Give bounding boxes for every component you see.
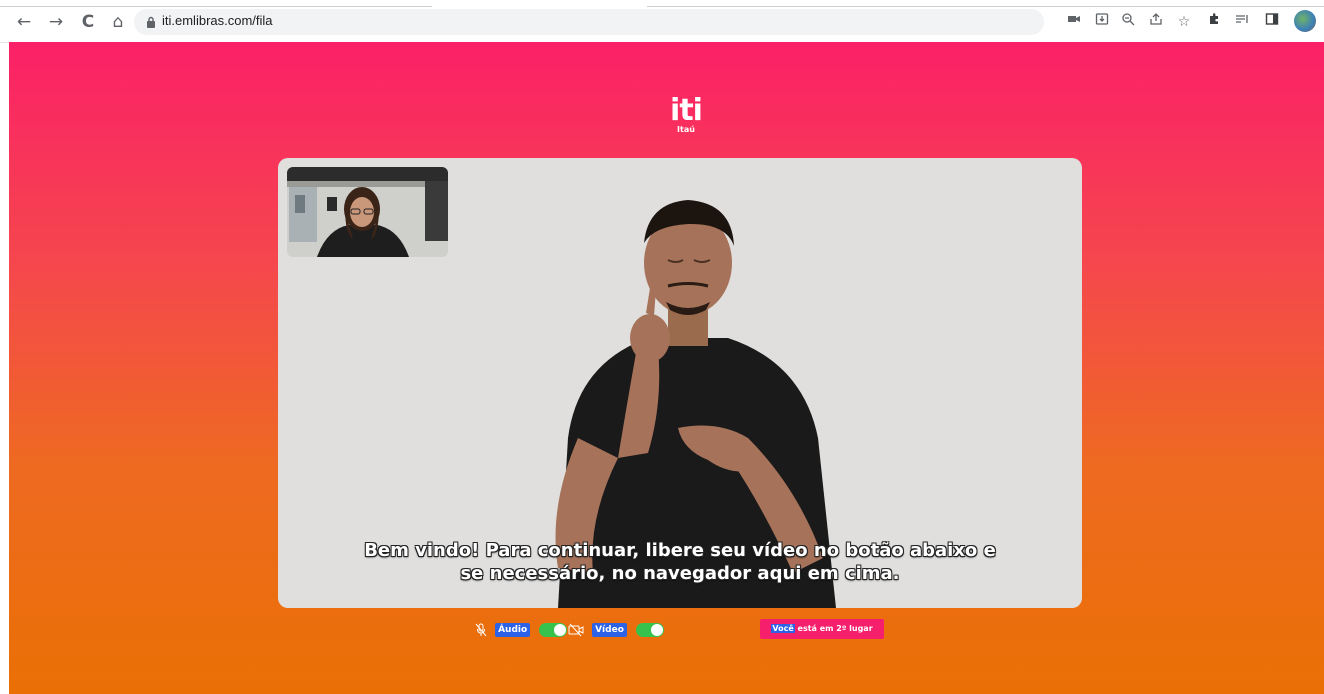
camera-icon[interactable] [1064, 12, 1084, 32]
star-icon[interactable]: ☆ [1174, 12, 1194, 32]
reload-button[interactable]: C [78, 12, 98, 32]
profile-avatar[interactable] [1294, 10, 1316, 32]
extensions-icon[interactable] [1204, 12, 1224, 32]
toggle-knob [650, 623, 663, 636]
video-call-area: Bem vindo! Para continuar, libere seu ví… [278, 158, 1082, 608]
sign-caption: Bem vindo! Para continuar, libere seu ví… [278, 539, 1082, 585]
video-toggle[interactable] [635, 622, 664, 637]
side-panel-icon[interactable] [1262, 12, 1282, 32]
page-background: iti Itaú Bem vindo! Para continuar, libe… [9, 42, 1324, 694]
back-button[interactable]: ← [14, 12, 34, 32]
audio-control: Áudio [475, 619, 568, 639]
queue-highlight: Você [771, 624, 795, 633]
self-camera-preview [287, 167, 448, 257]
caption-line-1: Bem vindo! Para continuar, libere seu ví… [364, 540, 996, 561]
camera-off-icon [568, 623, 584, 636]
queue-position-badge: Você está em 2º lugar [760, 619, 884, 639]
microphone-off-icon [475, 623, 487, 636]
install-icon[interactable] [1092, 12, 1112, 32]
queue-text: está em 2º lugar [794, 624, 873, 633]
video-control: Vídeo [568, 619, 664, 639]
toggle-knob [554, 623, 567, 636]
audio-toggle[interactable] [539, 622, 568, 637]
iti-logo: iti Itaú [664, 93, 708, 135]
video-label: Vídeo [592, 622, 627, 637]
share-icon[interactable] [1146, 12, 1166, 32]
zoom-icon[interactable] [1118, 12, 1138, 32]
home-button[interactable]: ⌂ [108, 12, 128, 32]
address-bar[interactable]: iti.emlibras.com/fila [134, 9, 1044, 35]
caption-line-2: se necessário, no navegador aqui em cima… [460, 563, 900, 584]
browser-toolbar: ← → C ⌂ iti.emlibras.com/fila ☆ [0, 0, 1324, 43]
tab-divider [0, 6, 432, 7]
tab-strip [0, 0, 1324, 8]
forward-button[interactable]: → [46, 12, 66, 32]
lock-icon [147, 16, 155, 28]
reading-list-icon[interactable] [1232, 12, 1252, 32]
tab-divider [647, 6, 1324, 7]
logo-brand: iti [670, 93, 703, 128]
audio-label: Áudio [495, 622, 531, 637]
url-text: iti.emlibras.com/fila [162, 13, 273, 28]
